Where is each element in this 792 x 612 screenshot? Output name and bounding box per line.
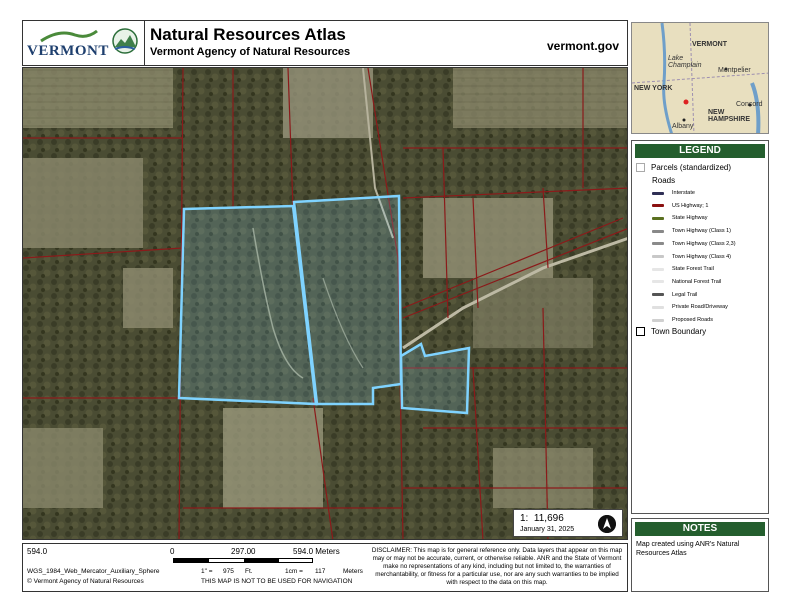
vermont-logo: VERMONT: [23, 21, 145, 65]
road-swatch: [652, 191, 664, 195]
locator-label-new-hampshire: NEW HAMPSHIRE: [708, 109, 751, 123]
legend-parcels: Parcels (standardized): [636, 163, 731, 172]
locator-map[interactable]: VERMONT Lake Champlain Montpelier NEW YO…: [631, 22, 769, 134]
road-swatch: [652, 204, 664, 208]
scale-bar-left: 594.0: [27, 547, 48, 556]
inch-scale-label: 1" =: [201, 568, 213, 575]
legend-road-item: Town Highway (Class 4): [636, 254, 731, 260]
road-swatch: [652, 242, 664, 246]
road-swatch: [652, 216, 664, 220]
scale-bar-mid: 297.00: [231, 547, 256, 556]
locator-label-new-york: NEW YORK: [634, 85, 673, 92]
road-label: Interstate: [672, 190, 695, 196]
locator-label-vermont: VERMONT: [692, 41, 727, 48]
inch-scale-value: 975: [223, 568, 234, 575]
mountain-arc-icon: [40, 29, 98, 43]
cm-scale-label: 1cm =: [285, 568, 303, 575]
legend-panel: LEGEND Parcels (standardized) Roads Inte…: [631, 140, 769, 514]
legend-road-item: Legal Trail: [636, 292, 697, 298]
road-label: National Forest Trail: [672, 278, 722, 285]
legend-road-item: Town Highway (Class 2,3): [636, 241, 736, 247]
website-link[interactable]: vermont.gov: [547, 39, 619, 53]
legend-road-item: State Forest Trail: [636, 266, 714, 272]
inch-scale-unit: Ft.: [245, 568, 253, 575]
legend-road-item: Interstate: [636, 190, 695, 196]
road-swatch: [652, 280, 664, 284]
navigation-warning: THIS MAP IS NOT TO BE USED FOR NAVIGATIO…: [201, 578, 353, 585]
scale-value: 11,696: [533, 513, 564, 524]
aerial-imagery: [23, 68, 627, 539]
logo-text: VERMONT: [27, 43, 109, 59]
road-label: US Highway; 1: [672, 202, 709, 209]
legend-parcels-label: Parcels (standardized): [651, 163, 732, 172]
cm-scale-value: 117: [315, 568, 326, 575]
notes-panel: NOTES Map created using ANR's Natural Re…: [631, 518, 769, 592]
scale-bar: [173, 558, 313, 563]
legend-title: LEGEND: [635, 144, 765, 158]
parcel-swatch: [636, 163, 645, 172]
locator-label-lake: Lake Champlain: [668, 55, 702, 69]
locator-label-montpelier: Montpelier: [718, 67, 751, 74]
legend-road-item: Town Highway (Class 1): [636, 228, 731, 234]
scale-prefix: 1:: [520, 513, 529, 524]
road-swatch: [652, 229, 664, 233]
projection-text: WGS_1984_Web_Mercator_Auxiliary_Sphere: [27, 568, 160, 575]
legend-road-item: US Highway; 1: [636, 203, 708, 209]
road-label: Private Road/Driveway: [672, 304, 728, 311]
map-header: VERMONT Natural Resources Atlas Vermont …: [22, 20, 628, 66]
scale-bar-segment: [174, 559, 209, 562]
road-label: State Highway: [672, 215, 708, 222]
scale-bar-segment: [244, 559, 279, 562]
legend-road-item: National Forest Trail: [636, 279, 721, 285]
road-label: Town Highway (Class 2,3): [672, 240, 736, 247]
road-label: Town Highway (Class 4): [672, 253, 731, 260]
map-footer: 594.0 0 297.00 594.0 Meters WGS_1984_Web…: [22, 543, 628, 592]
town-boundary-swatch: [636, 327, 645, 336]
legend-road-item: Proposed Roads: [636, 317, 713, 323]
scale-ratio-box: 1: 11,696 January 31, 2025: [513, 509, 623, 537]
scale-bar-right: 594.0 Meters: [293, 547, 340, 556]
road-swatch: [652, 293, 664, 297]
north-arrow-icon: [598, 515, 616, 533]
notes-text: Map created using ANR's Natural Resource…: [636, 541, 740, 557]
road-label: Proposed Roads: [672, 317, 713, 323]
locator-label-concord: Concord: [736, 101, 763, 108]
road-swatch: [652, 255, 664, 258]
road-label: Legal Trail: [672, 291, 698, 298]
map-view[interactable]: 1: 11,696 January 31, 2025: [22, 67, 628, 540]
locator-label-albany: Albany: [672, 123, 694, 130]
legend-town-boundary-label: Town Boundary: [651, 327, 707, 336]
anr-seal-icon: [112, 28, 138, 54]
legend-roads-heading: Roads: [652, 176, 676, 185]
map-date: January 31, 2025: [520, 526, 575, 533]
legend-road-item: Private Road/Driveway: [636, 304, 728, 310]
cm-scale-unit: Meters: [343, 568, 363, 575]
road-swatch: [652, 305, 664, 309]
legend-road-item: State Highway: [636, 215, 707, 221]
scale-ratio: 1: 11,696: [520, 513, 564, 524]
copyright-text: © Vermont Agency of Natural Resources: [27, 578, 144, 585]
road-label: State Forest Trail: [672, 266, 714, 273]
page-subtitle: Vermont Agency of Natural Resources: [150, 46, 351, 58]
scale-bar-zero: 0: [170, 547, 175, 556]
page-title: Natural Resources Atlas: [150, 25, 346, 44]
legend-town-boundary: Town Boundary: [636, 327, 706, 336]
road-swatch: [652, 318, 664, 322]
notes-title: NOTES: [635, 522, 765, 536]
road-swatch: [652, 267, 664, 271]
road-label: Town Highway (Class 1): [672, 228, 731, 235]
disclaimer-text: DISCLAIMER: This map is for general refe…: [371, 547, 623, 586]
